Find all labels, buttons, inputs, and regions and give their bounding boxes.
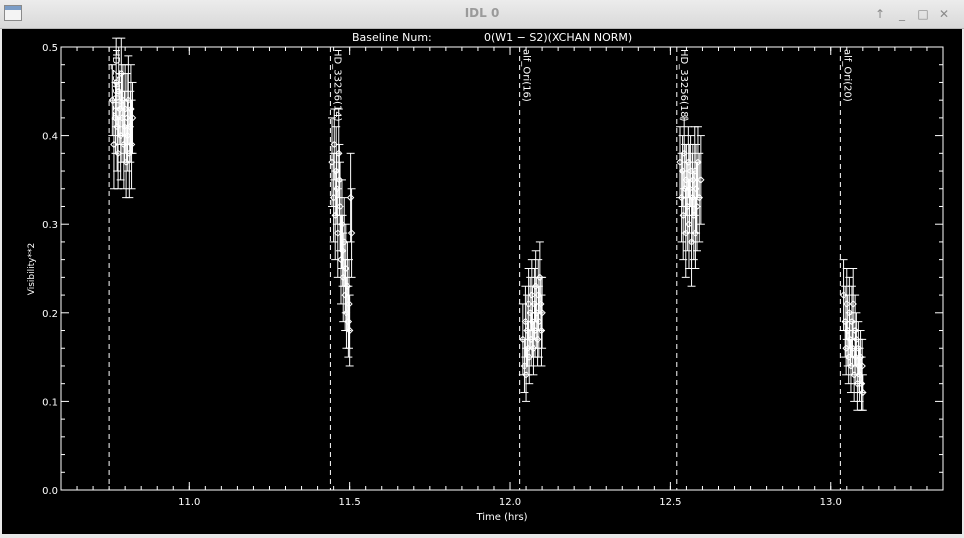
chart-title-label: Baseline Num: — [352, 31, 432, 44]
x-tick-label: 12.0 — [499, 497, 521, 508]
visibility-chart: 0.0 0.1 0.2 0.3 0.4 0.5 11.0 11.5 12.0 12.5 13.0 H… — [2, 29, 962, 534]
star-label: alf_Ori(20) — [841, 49, 852, 102]
y-tick-label: 0.0 — [42, 486, 58, 497]
x-tick-label: 13.0 — [820, 497, 842, 508]
close-button[interactable]: ✕ — [935, 5, 953, 23]
window-title: IDL 0 — [464, 6, 500, 20]
idl-window: IDL 0 ↑ _ □ ✕ 0.0 0.1 0.2 0.3 0.4 0.5 11.0 11.5… — [0, 0, 964, 535]
x-axis-label: Time (hrs) — [475, 512, 527, 523]
y-axis-label: Visibility**2 — [27, 243, 37, 295]
chart-title-baseline: 0(W1 − S2)(XCHAN NORM) — [484, 31, 632, 44]
plot-area: 0.0 0.1 0.2 0.3 0.4 0.5 11.0 11.5 12.0 12.5 13.0 H… — [2, 29, 962, 534]
maximize-button[interactable]: □ — [914, 5, 932, 23]
title-bar[interactable]: IDL 0 ↑ _ □ ✕ — [0, 0, 964, 29]
y-tick-label: 0.2 — [42, 309, 58, 320]
star-label: alf_Ori(16) — [521, 49, 532, 102]
star-label: HD_33256(18) — [678, 49, 689, 122]
y-tick-label: 0.4 — [42, 132, 58, 143]
chart-background — [2, 29, 962, 534]
y-tick-label: 0.5 — [42, 43, 58, 54]
x-tick-label: 12.5 — [659, 497, 681, 508]
y-tick-label: 0.1 — [42, 397, 58, 408]
star-label: HD_33256(14) — [331, 49, 342, 122]
up-arrow-icon[interactable]: ↑ — [871, 5, 889, 23]
minimize-button[interactable]: _ — [893, 5, 911, 23]
x-tick-label: 11.5 — [339, 497, 361, 508]
x-tick-label: 11.0 — [178, 497, 200, 508]
y-tick-label: 0.3 — [42, 220, 58, 231]
